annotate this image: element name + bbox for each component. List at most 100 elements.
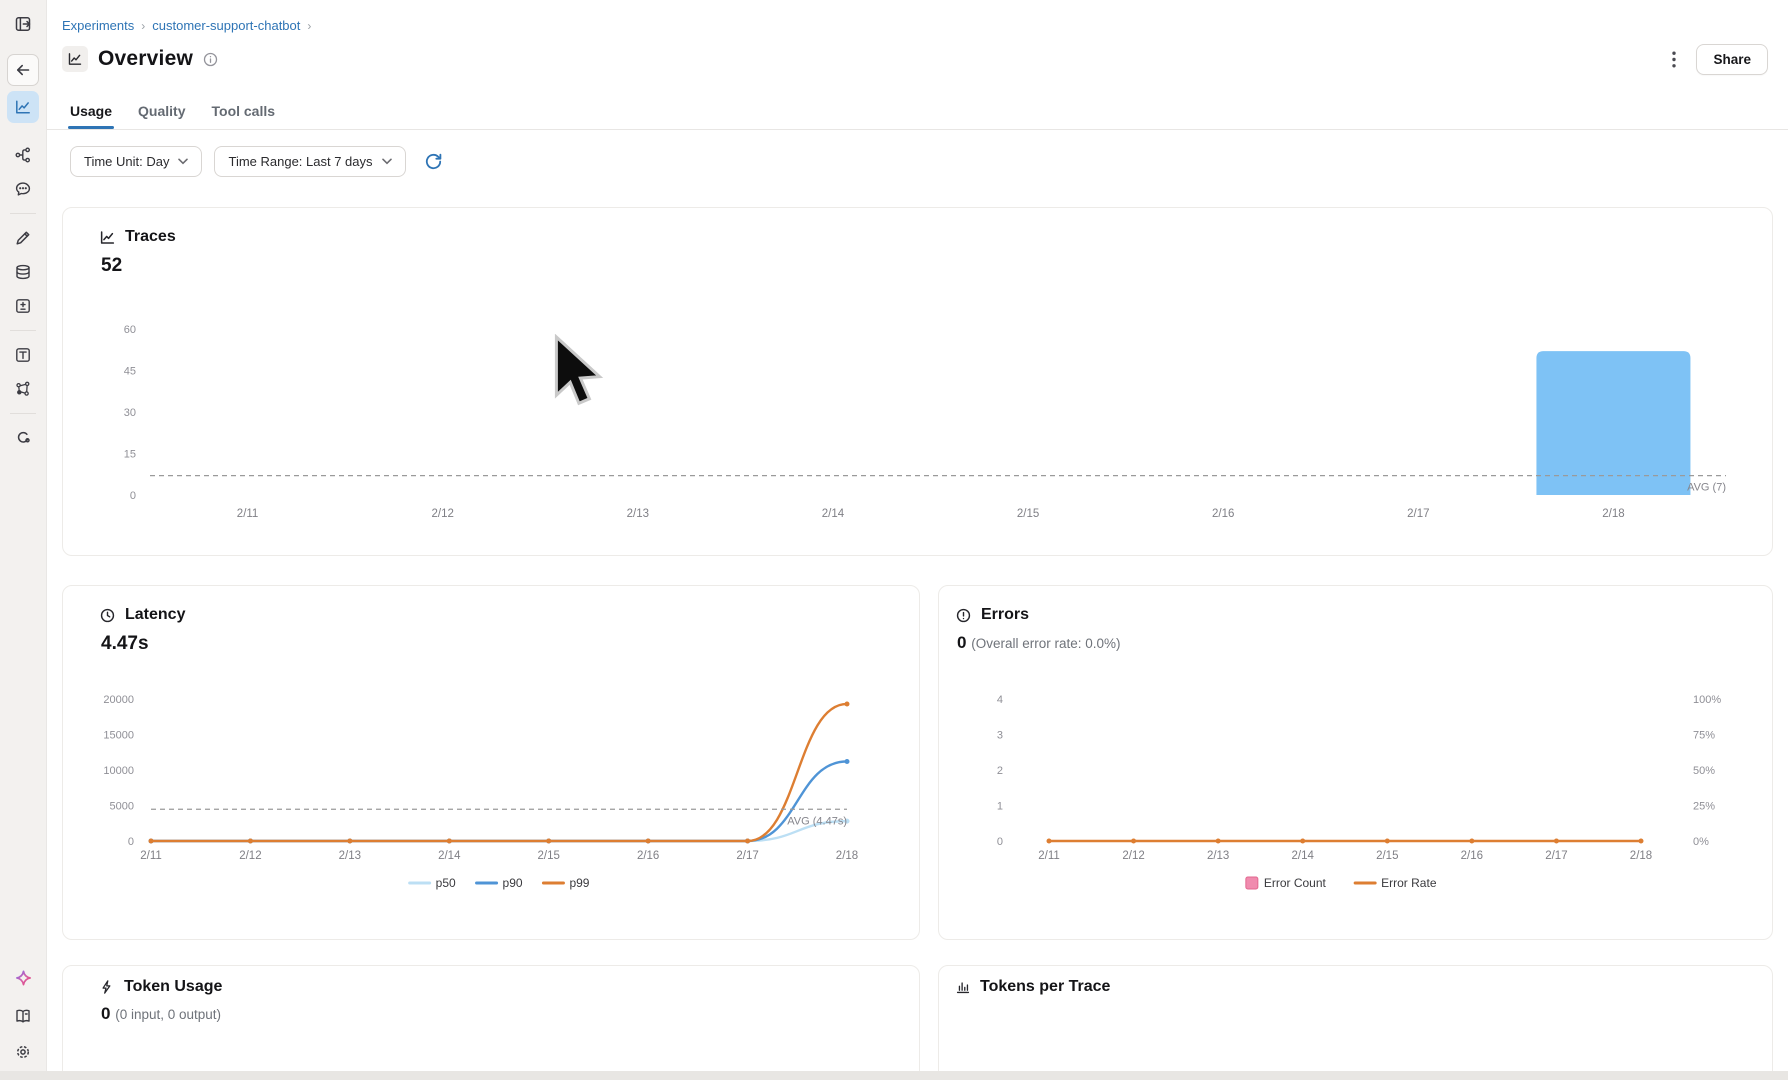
bar-chart-icon	[955, 979, 971, 995]
sidebar-divider	[10, 213, 36, 214]
errors-card: Errors 0 (Overall error rate: 0.0%) 0123…	[938, 585, 1773, 940]
traces-bar-chart[interactable]: AVG (7)0153045602/112/122/132/142/152/16…	[76, 316, 1761, 556]
svg-text:2/11: 2/11	[140, 850, 162, 862]
ai-assistant-icon[interactable]	[7, 962, 39, 994]
errors-line-chart[interactable]: 012340%25%50%75%100%2/112/122/132/142/15…	[951, 689, 1774, 929]
time-range-dropdown[interactable]: Time Range: Last 7 days	[214, 146, 405, 177]
breadcrumb-link-experiments[interactable]: Experiments	[62, 18, 134, 33]
svg-text:2/18: 2/18	[1630, 850, 1652, 862]
errors-rate-suffix: (Overall error rate: 0.0%)	[971, 636, 1120, 651]
prompts-icon[interactable]	[7, 339, 39, 371]
tab-bar: Usage Quality Tool calls	[70, 103, 275, 128]
svg-text:p90: p90	[503, 876, 523, 890]
svg-text:2/14: 2/14	[1292, 850, 1315, 862]
svg-text:2/16: 2/16	[1212, 508, 1234, 520]
svg-text:2/17: 2/17	[1545, 850, 1567, 862]
svg-text:30: 30	[124, 407, 136, 419]
breadcrumb-separator: ›	[141, 19, 145, 33]
svg-text:60: 60	[124, 324, 136, 336]
experiments-icon[interactable]	[7, 373, 39, 405]
svg-text:2/17: 2/17	[1407, 508, 1429, 520]
collapse-sidebar-icon[interactable]	[7, 8, 39, 40]
dashboards-icon[interactable]	[7, 91, 39, 123]
kebab-menu-icon[interactable]	[1670, 49, 1678, 70]
share-button[interactable]: Share	[1696, 44, 1768, 75]
bottom-edge-strip	[0, 1071, 1788, 1080]
settings-gear-icon[interactable]	[7, 1036, 39, 1068]
svg-text:2/18: 2/18	[1602, 508, 1624, 520]
playground-icon[interactable]	[7, 222, 39, 254]
chevron-down-icon	[178, 158, 188, 165]
refresh-icon[interactable]	[424, 152, 443, 171]
tab-quality[interactable]: Quality	[138, 103, 185, 128]
tab-usage[interactable]: Usage	[70, 103, 112, 128]
svg-text:p99: p99	[569, 876, 589, 890]
automations-icon[interactable]	[7, 422, 39, 454]
back-button[interactable]	[7, 54, 39, 86]
annotation-chat-icon[interactable]	[7, 173, 39, 205]
svg-text:0%: 0%	[1693, 836, 1709, 848]
svg-text:2/12: 2/12	[431, 508, 453, 520]
svg-text:1: 1	[997, 801, 1003, 813]
main-content: Experiments › customer-support-chatbot ›…	[47, 0, 1788, 1080]
tracing-projects-icon[interactable]	[7, 139, 39, 171]
svg-text:50%: 50%	[1693, 765, 1715, 777]
svg-text:2/13: 2/13	[339, 850, 361, 862]
line-chart-icon	[99, 229, 116, 246]
tab-divider	[47, 129, 1788, 130]
svg-text:45: 45	[124, 366, 136, 378]
annotation-queues-icon[interactable]	[7, 290, 39, 322]
svg-text:2/16: 2/16	[637, 850, 659, 862]
info-icon[interactable]	[203, 52, 218, 67]
clock-icon	[99, 607, 116, 624]
svg-text:100%: 100%	[1693, 694, 1721, 706]
traces-card: Traces 52 AVG (7)0153045602/112/122/132/…	[62, 207, 1773, 556]
overview-chart-icon	[62, 46, 88, 72]
chevron-down-icon	[382, 158, 392, 165]
svg-text:0: 0	[130, 490, 136, 502]
breadcrumb-link-project[interactable]: customer-support-chatbot	[152, 18, 300, 33]
errors-value: 0	[957, 633, 966, 652]
svg-text:2/11: 2/11	[1038, 850, 1060, 862]
svg-text:4: 4	[997, 694, 1003, 706]
latency-card: Latency 4.47s AVG (4.47s)050001000015000…	[62, 585, 920, 940]
lightning-bolt-icon	[99, 979, 115, 995]
svg-text:20000: 20000	[103, 694, 134, 706]
tokens-per-trace-card-title: Tokens per Trace	[980, 978, 1110, 996]
svg-text:3: 3	[997, 730, 1003, 742]
svg-text:p50: p50	[436, 876, 456, 890]
datasets-icon[interactable]	[7, 256, 39, 288]
left-sidebar	[0, 0, 47, 1080]
svg-text:75%: 75%	[1693, 730, 1715, 742]
latency-line-chart[interactable]: AVG (4.47s)050001000015000200002/112/122…	[76, 689, 906, 929]
svg-text:2/14: 2/14	[822, 508, 845, 520]
filter-bar: Time Unit: Day Time Range: Last 7 days	[70, 146, 443, 177]
page-title: Overview	[98, 47, 193, 71]
sidebar-divider	[10, 413, 36, 414]
breadcrumb-separator: ›	[307, 19, 311, 33]
breadcrumb: Experiments › customer-support-chatbot ›	[62, 18, 311, 33]
svg-text:2/14: 2/14	[438, 850, 461, 862]
sidebar-divider	[10, 330, 36, 331]
svg-text:Error Count: Error Count	[1264, 876, 1327, 890]
token-usage-value: 0	[101, 1004, 110, 1023]
traces-total-value: 52	[63, 246, 1772, 277]
traces-card-title: Traces	[125, 228, 176, 246]
svg-text:10000: 10000	[103, 765, 134, 777]
docs-icon[interactable]	[7, 1000, 39, 1032]
tab-tool-calls[interactable]: Tool calls	[212, 103, 276, 128]
alert-circle-icon	[955, 607, 972, 624]
svg-text:2: 2	[997, 765, 1003, 777]
svg-text:2/11: 2/11	[237, 508, 259, 520]
latency-card-title: Latency	[125, 606, 185, 624]
svg-text:2/12: 2/12	[239, 850, 261, 862]
tokens-per-trace-card: Tokens per Trace	[938, 965, 1773, 1080]
svg-text:2/15: 2/15	[1376, 850, 1398, 862]
svg-text:0: 0	[128, 836, 134, 848]
svg-text:2/15: 2/15	[538, 850, 560, 862]
time-unit-dropdown[interactable]: Time Unit: Day	[70, 146, 202, 177]
svg-text:2/15: 2/15	[1017, 508, 1039, 520]
token-usage-card-title: Token Usage	[124, 978, 222, 996]
latency-value: 4.47s	[63, 624, 919, 655]
token-usage-card: Token Usage 0 (0 input, 0 output)	[62, 965, 920, 1080]
